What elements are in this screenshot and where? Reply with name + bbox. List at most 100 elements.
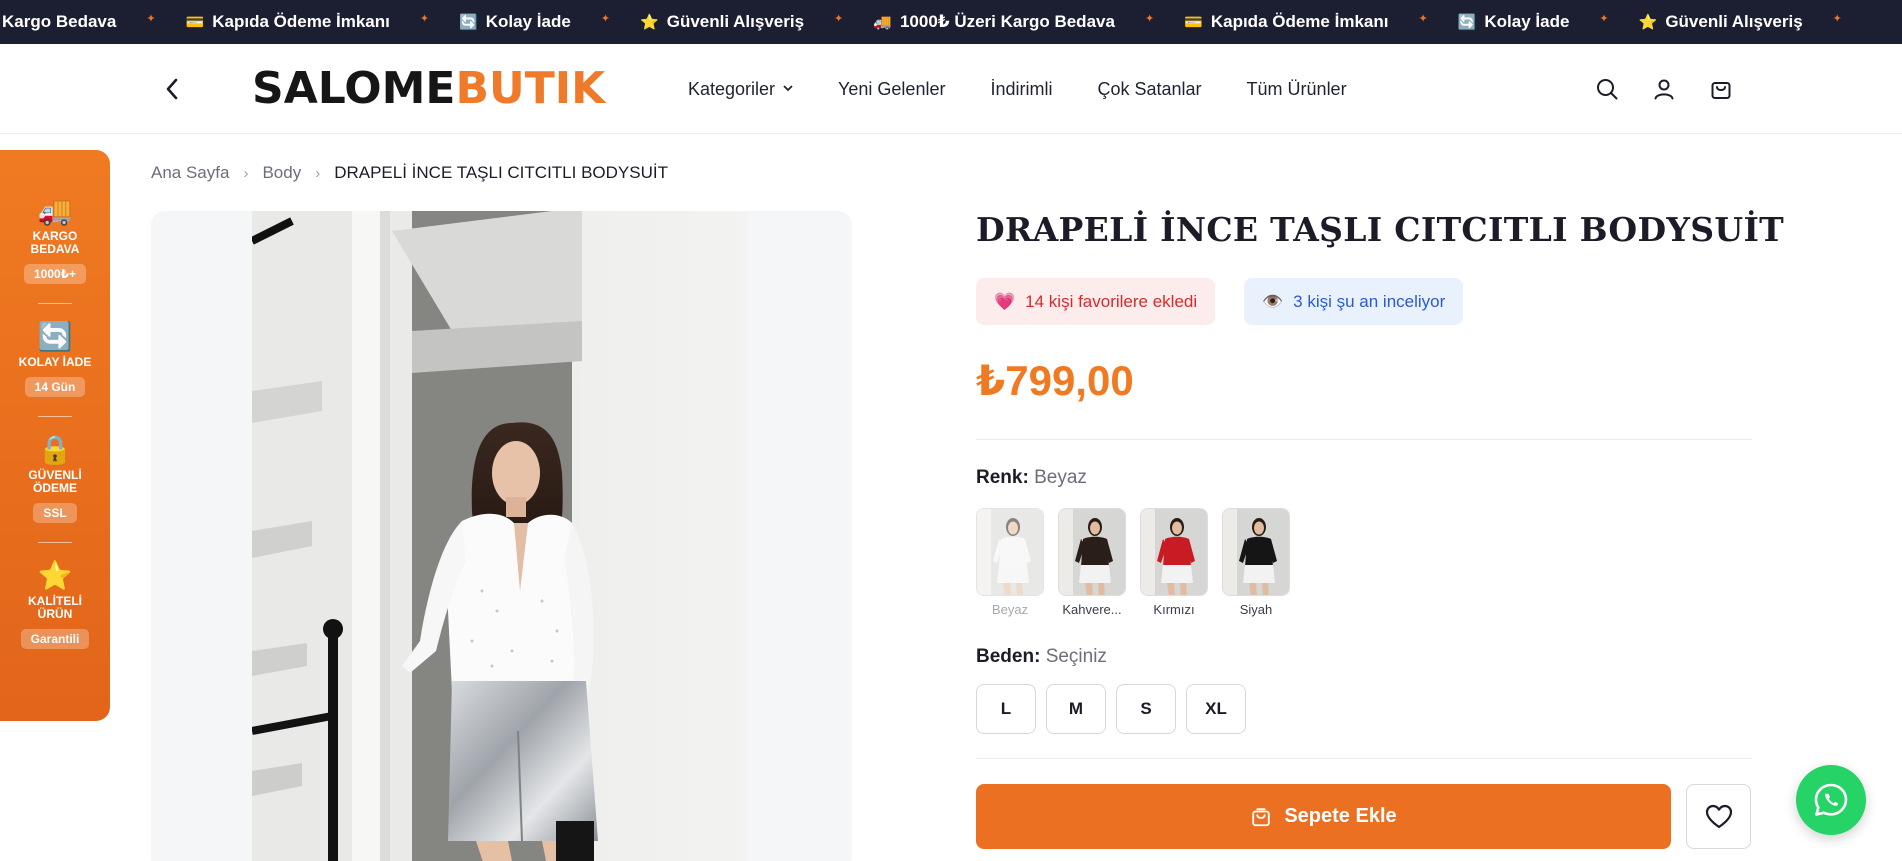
- size-options: L M S XL: [976, 684, 1256, 734]
- size-button[interactable]: S: [1116, 684, 1176, 734]
- trust-title: KARGO BEDAVA: [30, 229, 80, 256]
- nav-label: Tüm Ürünler: [1246, 78, 1347, 99]
- color-swatch[interactable]: Siyah: [1222, 508, 1290, 617]
- nav-item-tum-urunler[interactable]: Tüm Ürünler: [1247, 79, 1347, 100]
- color-swatch[interactable]: Kahvere...: [1058, 508, 1126, 617]
- breadcrumb: Ana Sayfa › Body › DRAPELİ İNCE TAŞLI CI…: [151, 163, 668, 183]
- announcement-item: ⭐ Güvenli Alışveriş: [640, 12, 804, 32]
- heart-outline-icon: [1705, 804, 1732, 828]
- sparkle-separator-icon: ✦: [834, 12, 844, 25]
- trust-badge: 1000₺+: [23, 264, 87, 284]
- logo-part-1: SALOME: [252, 63, 456, 114]
- size-button[interactable]: M: [1046, 684, 1106, 734]
- trust-divider: [38, 303, 72, 304]
- cart-button[interactable]: [1706, 74, 1736, 104]
- breadcrumb-current: DRAPELİ İNCE TAŞLI CITCITLI BODYSUİT: [334, 163, 668, 182]
- size-button[interactable]: L: [976, 684, 1036, 734]
- trust-divider: [38, 542, 72, 543]
- divider: [976, 439, 1752, 440]
- announcement-text: Kapıda Ödeme İmkanı: [212, 12, 390, 31]
- whatsapp-button[interactable]: [1796, 765, 1866, 835]
- shopping-bag-icon: [1711, 82, 1731, 99]
- add-to-cart-label: Sepete Ekle: [1284, 805, 1397, 827]
- sparkle-separator-icon: ✦: [1144, 12, 1155, 25]
- announcement-text: 1000₺ Üzeri Kargo Bedava: [899, 12, 1115, 31]
- color-option-label: Renk: Beyaz: [976, 467, 1087, 489]
- trust-title: KALİTELİ ÜRÜN: [28, 594, 82, 621]
- color-swatch[interactable]: Kırmızı: [1140, 508, 1208, 617]
- logo-part-2: BUTIK: [455, 63, 606, 114]
- nav-item-kategoriler[interactable]: Kategoriler: [688, 79, 793, 100]
- sparkle-separator-icon: ✦: [1832, 12, 1842, 25]
- product-gallery[interactable]: [151, 211, 852, 861]
- announcement-text: Güvenli Alışveriş: [1665, 12, 1803, 31]
- color-swatches: Beyaz Kahvere... Kırmızı Siyah: [976, 508, 1304, 617]
- sparkle-separator-icon: ✦: [146, 12, 156, 25]
- announcement-icon: 🔄: [459, 14, 478, 31]
- brand-logo[interactable]: SALOME BUTIK: [252, 66, 605, 112]
- favorites-count-text: 14 kişi favorilere ekledi: [1025, 291, 1198, 311]
- color-label: Renk:: [976, 467, 1029, 488]
- color-swatch-image: [976, 508, 1044, 596]
- trust-title: GÜVENLİ ÖDEME: [28, 468, 82, 495]
- announcement-text: Güvenli Alışveriş: [666, 12, 805, 31]
- size-button[interactable]: XL: [1186, 684, 1246, 734]
- announcement-icon: ⭐: [1638, 14, 1658, 31]
- announcement-icon: 🔄: [1457, 14, 1477, 31]
- announcement-text: Kapıda Ödeme İmkanı: [1210, 12, 1389, 31]
- trust-icon: ⭐: [37, 560, 73, 591]
- breadcrumb-home[interactable]: Ana Sayfa: [151, 163, 229, 183]
- color-swatch-label: Beyaz: [991, 602, 1029, 617]
- size-option-label: Beden: Seçiniz: [976, 646, 1107, 668]
- trust-item: 🔄 KOLAY İADE 14 Gün: [0, 322, 110, 397]
- announcement-item: 💳 Kapıda Ödeme İmkanı: [186, 12, 390, 32]
- user-icon: [1654, 79, 1674, 100]
- announcement-text: Kolay İade: [485, 12, 571, 31]
- breadcrumb-category[interactable]: Body: [262, 163, 301, 183]
- trust-icon: 🔒: [37, 434, 73, 465]
- search-button[interactable]: [1592, 74, 1622, 104]
- trust-badge: SSL: [33, 503, 77, 523]
- trust-icon: 🔄: [37, 321, 73, 352]
- site-header: SALOME BUTIK Kategoriler Yeni Gelenler İn…: [0, 44, 1902, 134]
- product-main-image[interactable]: [252, 211, 748, 861]
- viewers-count-badge: 👁️ 3 kişi şu an inceliyor: [1244, 278, 1464, 325]
- trust-badge: Garantili: [20, 629, 90, 649]
- add-to-favorites-button[interactable]: [1686, 784, 1751, 849]
- eye-icon: 👁️: [1262, 291, 1284, 311]
- announcement-icon: 💳: [1184, 14, 1203, 31]
- nav-item-indirimli[interactable]: İndirimli: [990, 79, 1052, 100]
- trust-title: KOLAY İADE: [18, 355, 92, 369]
- nav-item-yeni-gelenler[interactable]: Yeni Gelenler: [838, 79, 945, 100]
- color-swatch[interactable]: Beyaz: [976, 508, 1044, 617]
- color-swatch-image: [1222, 508, 1290, 596]
- announcement-item: 🔄 Kolay İade: [459, 12, 571, 32]
- trust-divider: [38, 416, 72, 417]
- color-swatch-label: Siyah: [1239, 602, 1273, 617]
- color-swatch-label: Kahvere...: [1062, 602, 1122, 617]
- sparkle-separator-icon: ✦: [1599, 12, 1609, 25]
- back-button[interactable]: [157, 74, 187, 104]
- announcement-text: Kargo Bedava: [2, 12, 117, 31]
- nav-label: İndirimli: [990, 78, 1053, 99]
- announcement-icon: ⭐: [640, 14, 659, 31]
- nav-label: Çok Satanlar: [1097, 78, 1202, 99]
- color-selected-value: Beyaz: [1034, 467, 1087, 488]
- heart-icon: 💗: [994, 291, 1016, 311]
- account-button[interactable]: [1649, 74, 1679, 104]
- product-title: DRAPELİ İNCE TAŞLI CITCITLI BODYSUİT: [976, 210, 1785, 249]
- color-swatch-label: Kırmızı: [1153, 602, 1195, 617]
- size-label: Beden:: [976, 646, 1041, 667]
- nav-item-cok-satanlar[interactable]: Çok Satanlar: [1097, 79, 1201, 100]
- main-nav: Kategoriler Yeni Gelenler İndirimli Çok …: [688, 44, 1392, 134]
- divider: [976, 758, 1752, 759]
- announcement-track: Kargo Bedava ✦ 💳 Kapıda Ödeme İmkanı ✦ 🔄 Kolay…: [0, 0, 1902, 44]
- sparkle-separator-icon: ✦: [600, 12, 611, 25]
- announcement-text: Kolay İade: [1484, 12, 1570, 31]
- add-to-cart-button[interactable]: Sepete Ekle: [976, 784, 1671, 849]
- color-swatch-image: [1140, 508, 1208, 596]
- announcement-item: 🚚 1000₺ Üzeri Kargo Bedava: [873, 12, 1115, 32]
- chevron-left-icon: [166, 78, 178, 100]
- chevron-right-icon: ›: [315, 164, 321, 182]
- announcement-item: 💳 Kapıda Ödeme İmkanı: [1184, 12, 1388, 32]
